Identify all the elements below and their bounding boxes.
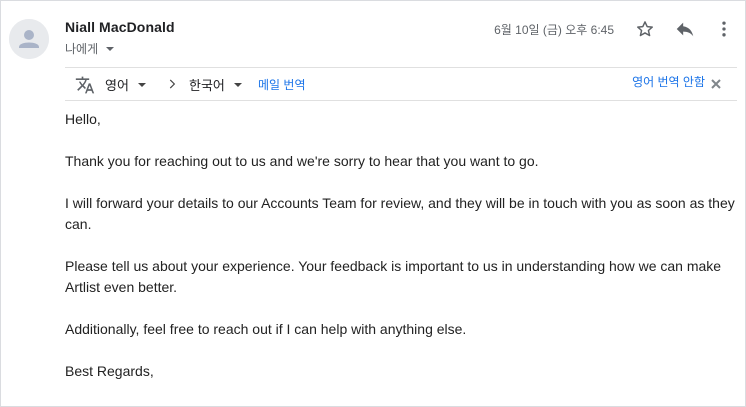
- caret-down-icon: [106, 47, 115, 51]
- translate-bar: 영어 한국어 메일 번역 영어 번역 안함: [65, 67, 737, 101]
- recipient-details-toggle[interactable]: 나에게: [65, 40, 115, 57]
- body-paragraph: Additionally, feel free to reach out if …: [65, 321, 467, 337]
- sender-name[interactable]: Niall MacDonald: [65, 19, 175, 35]
- email-message: Niall MacDonald 나에게 6월 10일 (금) 오후 6:45 영…: [0, 0, 746, 407]
- body-paragraph: Thank you for reaching out to us and we'…: [65, 153, 539, 169]
- target-language-select[interactable]: 한국어: [189, 75, 242, 94]
- translate-message-link[interactable]: 메일 번역: [258, 76, 306, 93]
- body-paragraph: I will forward your details to our Accou…: [65, 195, 735, 232]
- message-body: Hello, Thank you for reaching out to us …: [65, 109, 737, 403]
- message-date: 6월 10일 (금) 오후 6:45: [494, 23, 614, 37]
- body-paragraph: Best Regards,: [65, 363, 154, 379]
- source-language-select[interactable]: 영어: [105, 75, 146, 94]
- body-paragraph: Hello,: [65, 111, 101, 127]
- more-vert-icon: [722, 21, 726, 37]
- source-language-label: 영어: [105, 78, 129, 93]
- more-options-button[interactable]: [710, 15, 738, 43]
- close-icon[interactable]: [710, 78, 722, 90]
- reply-button[interactable]: [671, 15, 699, 43]
- avatar[interactable]: [9, 19, 49, 59]
- chevron-right-icon: [169, 79, 176, 89]
- translate-icon: [75, 76, 95, 94]
- target-language-label: 한국어: [189, 78, 225, 93]
- body-paragraph: Please tell us about your experience. Yo…: [65, 258, 722, 295]
- caret-down-icon: [137, 82, 146, 87]
- star-icon: [637, 21, 653, 37]
- recipient-label: 나에게: [65, 42, 99, 56]
- caret-down-icon: [233, 82, 242, 87]
- star-button[interactable]: [631, 15, 659, 43]
- reply-icon: [676, 22, 694, 37]
- person-icon: [9, 19, 49, 59]
- dont-translate-link[interactable]: 영어 번역 안함: [632, 73, 705, 90]
